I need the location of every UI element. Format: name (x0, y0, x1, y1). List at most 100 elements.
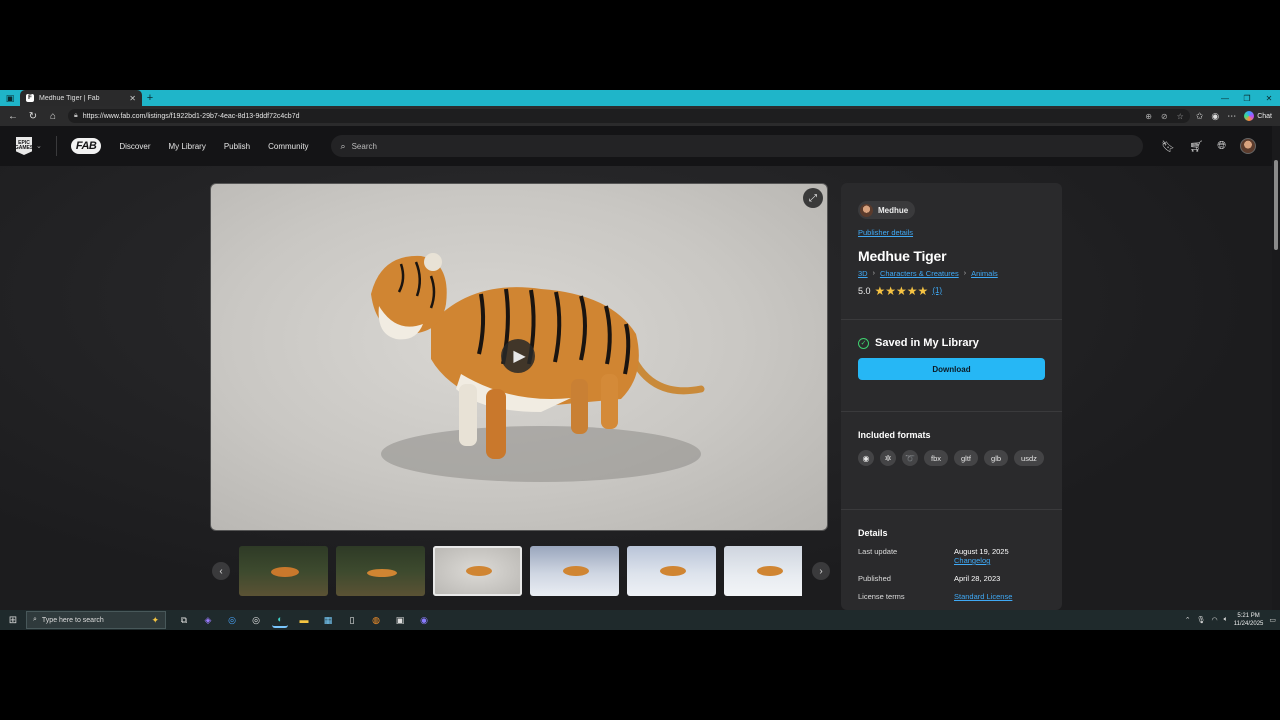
scrollbar-thumb[interactable] (1274, 160, 1278, 250)
publisher-chip[interactable]: Medhue (858, 201, 916, 219)
task-view-icon[interactable]: ⧉ (176, 612, 192, 628)
cart-icon[interactable]: 🛒︎ (1189, 140, 1203, 153)
search-icon: ⌕ (33, 616, 37, 623)
windows-start-icon[interactable]: ⊞ (4, 611, 22, 629)
file-explorer-icon[interactable]: ▬ (296, 612, 312, 628)
unreal-engine-icon[interactable]: ◉ (858, 450, 874, 466)
details-title: Details (858, 528, 888, 538)
close-window-icon[interactable]: ✕ (1258, 90, 1280, 106)
window-menu-icon[interactable]: ▣ (0, 90, 20, 106)
edge-icon[interactable]: ◐ (272, 612, 288, 628)
detail-value: April 28, 2023 (954, 574, 1001, 583)
copilot-chat-button[interactable]: Chat (1244, 111, 1272, 121)
notepad-icon[interactable]: ▯ (344, 612, 360, 628)
zoom-icon[interactable]: ⊕ (1145, 112, 1152, 121)
favorite-star-icon[interactable]: ☆ (1177, 112, 1184, 121)
tab-title: Medhue Tiger | Fab (39, 94, 100, 102)
chrome-profile-icon[interactable]: ◎ (248, 612, 264, 628)
expand-icon[interactable]: ⤢ (803, 188, 823, 208)
chrome-icon[interactable]: ◎ (224, 612, 240, 628)
saved-label: Saved in My Library (875, 337, 979, 349)
notification-icon[interactable]: ▭ (1269, 616, 1276, 624)
breadcrumb: 3D › Characters & Creatures › Animals (858, 269, 1045, 278)
nav-publish[interactable]: Publish (224, 142, 250, 151)
carousel-next-icon[interactable]: › (812, 562, 830, 580)
nav-my-library[interactable]: My Library (169, 142, 206, 151)
top-nav: Discover My Library Publish Community (119, 142, 308, 151)
new-tab-icon[interactable]: + (142, 90, 158, 106)
tab-close-icon[interactable]: ✕ (129, 94, 136, 103)
thumbnail-4[interactable] (530, 546, 619, 596)
url-field[interactable]: 🔒︎ https://www.fab.com/listings/f1922bd1… (68, 109, 1190, 123)
volume-icon[interactable]: 🔈︎ (1224, 616, 1228, 624)
format-gltf[interactable]: gltf (954, 450, 979, 466)
thumbnail-list (239, 546, 802, 596)
globe-icon[interactable]: 🌐︎ (1217, 140, 1226, 153)
bookmark-icon[interactable]: 🔖︎ (1161, 140, 1175, 153)
format-list: ◉ ✲ ➰ fbx gltf glb usdz (858, 450, 1048, 466)
copilot-icon[interactable]: ◈ (200, 612, 216, 628)
rating-count-link[interactable]: (1) (932, 286, 942, 295)
publisher-name: Medhue (878, 205, 909, 215)
tab-strip: ▣ F Medhue Tiger | Fab ✕ + — ❐ ✕ (0, 90, 1280, 106)
thumbnail-6[interactable] (724, 546, 802, 596)
detail-row-published: Published April 28, 2023 (858, 574, 1045, 583)
chevron-down-icon[interactable]: ⌄ (36, 142, 42, 150)
nav-discover[interactable]: Discover (119, 142, 150, 151)
microphone-icon[interactable]: 🎙︎ (1197, 616, 1206, 624)
blender-icon[interactable]: ◍ (368, 612, 384, 628)
lock-icon: 🔒︎ (74, 112, 78, 119)
media-viewer[interactable]: ▶ ⤢ (210, 183, 828, 531)
home-icon[interactable]: ⌂ (44, 107, 62, 125)
carousel-prev-icon[interactable]: ‹ (212, 562, 230, 580)
thumbnail-3-selected[interactable] (433, 546, 522, 596)
check-circle-icon: ✓ (858, 337, 869, 349)
store-icon[interactable]: ▦ (320, 612, 336, 628)
format-fbx[interactable]: fbx (924, 450, 949, 466)
search-placeholder: Search (351, 141, 377, 151)
restore-icon[interactable]: ❐ (1236, 90, 1258, 106)
chevron-up-icon[interactable]: ⌃ (1185, 616, 1191, 624)
fab-logo[interactable]: FAB (70, 138, 102, 154)
license-link[interactable]: Standard License (954, 592, 1012, 601)
format-usdz[interactable]: usdz (1014, 450, 1044, 466)
block-icon[interactable]: ⊘ (1161, 112, 1168, 121)
breadcrumb-animals[interactable]: Animals (971, 269, 998, 278)
blender-icon[interactable]: ➰ (902, 450, 918, 466)
refresh-icon[interactable]: ↻ (24, 107, 42, 125)
publisher-details-link[interactable]: Publisher details (858, 228, 1045, 237)
sparkle-icon: ✦ (151, 614, 159, 625)
profile-icon[interactable]: ◉ (1211, 111, 1219, 122)
discord-icon[interactable]: ◉ (416, 612, 432, 628)
download-button[interactable]: Download (858, 358, 1045, 380)
thumbnail-1[interactable] (239, 546, 328, 596)
browser-tab-active[interactable]: F Medhue Tiger | Fab ✕ (20, 90, 142, 106)
taskbar-search-input[interactable]: ⌕ Type here to search ✦ (26, 611, 166, 629)
chat-label: Chat (1257, 112, 1272, 120)
epic-games-logo[interactable]: EPIC GAMES (16, 137, 32, 155)
formats-title: Included formats (858, 430, 931, 440)
thumbnail-2[interactable] (336, 546, 425, 596)
favorites-icon[interactable]: ✩ (1196, 111, 1204, 122)
thumbnail-5[interactable] (627, 546, 716, 596)
page-scrollbar[interactable] (1272, 126, 1280, 610)
chevron-right-icon: › (872, 269, 875, 277)
changelog-link[interactable]: Changelog (954, 556, 1009, 565)
format-glb[interactable]: glb (984, 450, 1009, 466)
back-icon[interactable]: ← (4, 107, 22, 125)
breadcrumb-3d[interactable]: 3D (858, 269, 868, 278)
detail-key: Published (858, 574, 891, 583)
more-icon[interactable]: ⋯ (1227, 111, 1236, 122)
play-icon[interactable]: ▶ (501, 339, 535, 373)
epic-launcher-icon[interactable]: ▣ (392, 612, 408, 628)
clock[interactable]: 5:21 PM 11/24/2025 (1234, 612, 1264, 628)
wifi-icon[interactable]: ◠ (1211, 616, 1217, 624)
avatar[interactable] (1240, 138, 1256, 154)
detail-row-last-update: Last update August 19, 2025 Changelog (858, 547, 1045, 565)
library-section: ✓ Saved in My Library Download (841, 320, 1062, 412)
search-input[interactable]: ⌕ Search (330, 135, 1143, 157)
nav-community[interactable]: Community (268, 142, 308, 151)
breadcrumb-characters[interactable]: Characters & Creatures (880, 269, 959, 278)
unity-icon[interactable]: ✲ (880, 450, 896, 466)
minimize-icon[interactable]: — (1214, 90, 1236, 106)
